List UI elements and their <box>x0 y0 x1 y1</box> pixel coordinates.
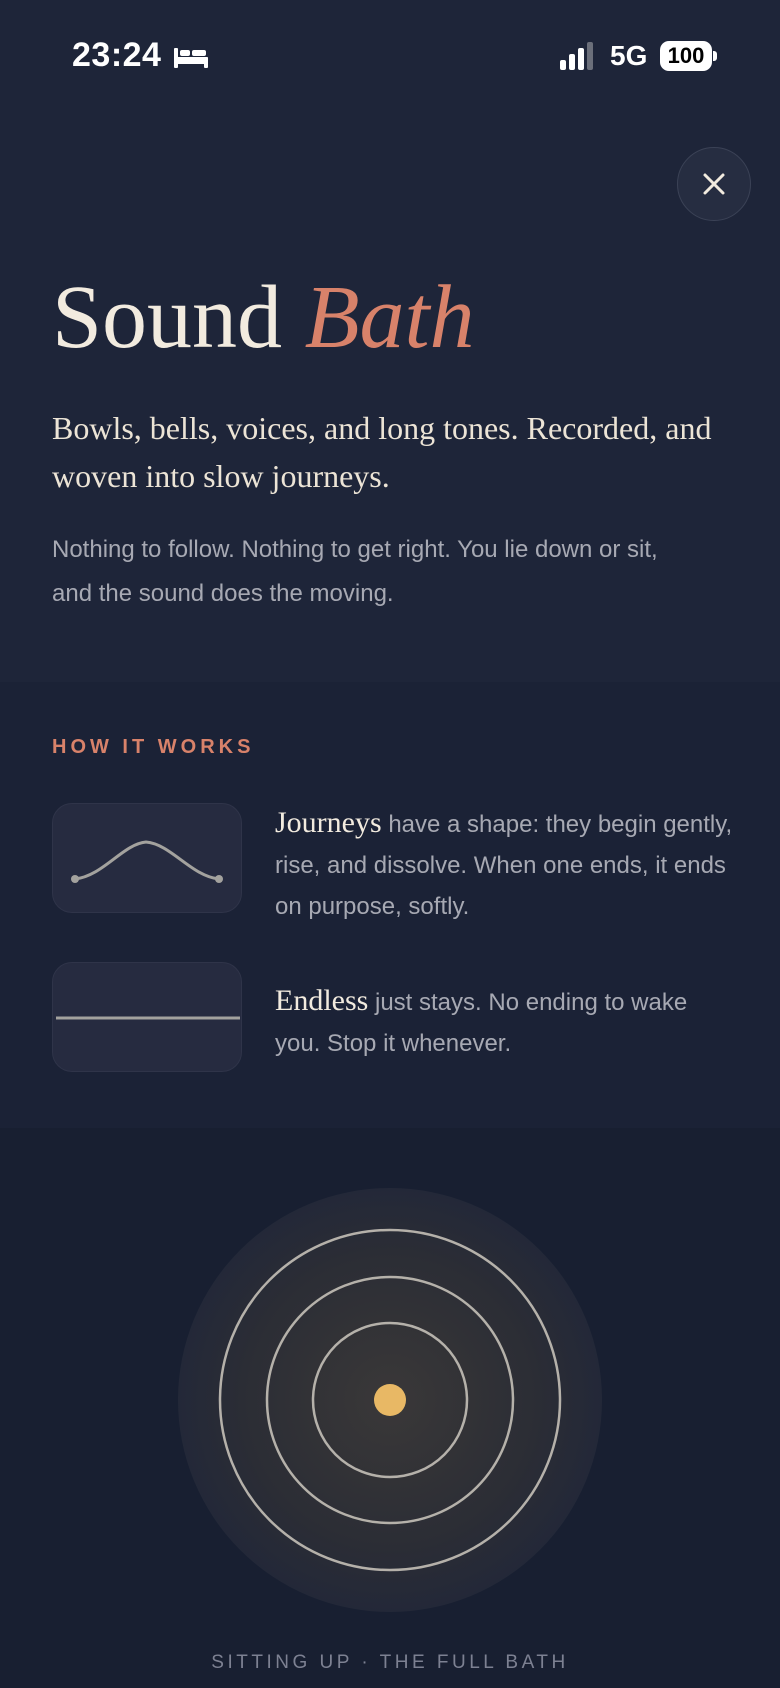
section-label: HOW IT WORKS <box>52 736 255 758</box>
feature-endless: Endless just stays. No ending to wake yo… <box>275 980 735 1064</box>
mode-caption[interactable]: SITTING UP · THE FULL BATH <box>0 1652 780 1674</box>
bed-icon <box>174 48 208 68</box>
status-time: 23:24 <box>72 36 162 74</box>
page-title: Sound Bath <box>52 268 475 368</box>
close-icon <box>703 173 725 195</box>
feature-term: Endless <box>275 984 369 1017</box>
battery-level: 100 <box>667 43 705 68</box>
feature-term: Journeys <box>275 806 382 839</box>
lede: Nothing to follow. Nothing to get right.… <box>52 536 658 607</box>
sound-rings[interactable] <box>172 1182 608 1618</box>
journey-card <box>52 803 242 913</box>
curve-icon <box>71 840 223 883</box>
center-dot <box>374 1384 406 1416</box>
close-button[interactable] <box>677 147 751 221</box>
endless-card <box>52 962 242 1072</box>
network-type: 5G <box>610 40 648 71</box>
title-accent: Bath <box>304 268 475 367</box>
feature-journeys: Journeys have a shape: they begin gently… <box>275 802 735 927</box>
signal-icon <box>560 42 593 70</box>
title-main: Sound <box>52 268 283 367</box>
battery-indicator: 100 <box>660 41 712 71</box>
battery-nub <box>713 51 717 61</box>
tagline: Bowls, bells, voices, and long tones. Re… <box>52 410 712 494</box>
flat-line-icon <box>56 1016 240 1020</box>
